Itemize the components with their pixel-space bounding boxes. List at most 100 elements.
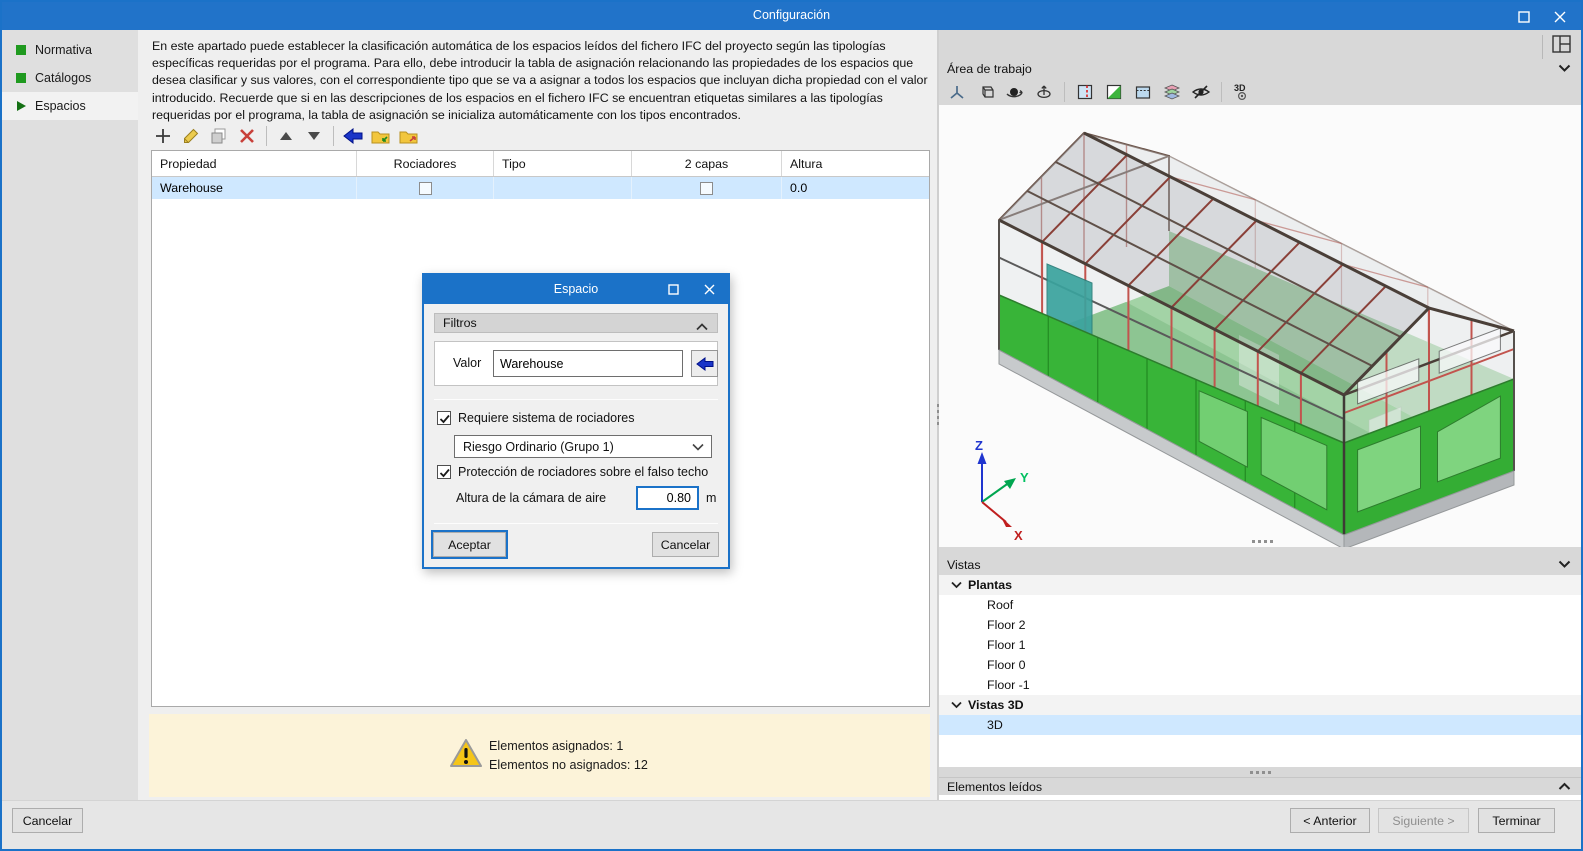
cell-propiedad: Warehouse	[152, 177, 357, 199]
3d-gear-icon: 3D	[1234, 83, 1246, 101]
assign-button[interactable]	[341, 125, 365, 147]
edit-row-button[interactable]	[179, 125, 203, 147]
maximize-button[interactable]	[1507, 6, 1541, 27]
configuration-window: Configuración Normativa Catálogos Espaci…	[0, 0, 1583, 851]
assigned-count: Elementos asignados: 1	[489, 739, 624, 753]
check-icon	[439, 468, 450, 478]
sidebar-item-label: Catálogos	[35, 71, 92, 85]
cube-view-button[interactable]	[974, 81, 998, 103]
clip-plane-button[interactable]	[1102, 81, 1126, 103]
filtros-collapsible-header[interactable]: Filtros	[434, 313, 718, 333]
sidebar-item-label: Normativa	[35, 43, 92, 57]
dialog-cancel-button[interactable]: Cancelar	[652, 532, 719, 557]
next-button[interactable]: Siguiente >	[1378, 808, 1469, 833]
column-header-rociadores[interactable]: Rociadores	[357, 151, 494, 176]
elements-header[interactable]: Elementos leídos	[939, 777, 1581, 795]
window-title: Configuración	[752, 8, 831, 22]
add-row-button[interactable]	[151, 125, 175, 147]
move-up-button[interactable]	[274, 125, 298, 147]
section-plane-button[interactable]	[1073, 81, 1097, 103]
view3d-settings-button[interactable]: 3D	[1230, 81, 1254, 103]
toolbar-separator	[1064, 82, 1065, 102]
copy-icon	[211, 128, 226, 144]
title-bar: Configuración	[2, 2, 1581, 30]
chevron-down-icon	[1558, 558, 1571, 572]
sidebar-item-espacios[interactable]: Espacios	[2, 92, 138, 120]
dialog-close-button[interactable]	[694, 279, 724, 300]
table-row[interactable]: Warehouse 0.0	[152, 177, 929, 199]
sprinklers-check-row[interactable]: Requiere sistema de rociadores	[437, 411, 634, 425]
previous-button[interactable]: < Anterior	[1290, 808, 1370, 833]
sidebar-item-catalogos[interactable]: Catálogos	[2, 64, 138, 92]
air-gap-label: Altura de la cámara de aire	[456, 491, 607, 505]
separator	[434, 399, 718, 400]
window-layout-icon	[1552, 35, 1571, 53]
tree-item-floor2[interactable]: Floor 2	[939, 615, 1581, 635]
layers-button[interactable]	[1160, 81, 1184, 103]
copy-row-button[interactable]	[207, 125, 231, 147]
tree-item-floor-1[interactable]: Floor -1	[939, 675, 1581, 695]
sidebar-item-normativa[interactable]: Normativa	[2, 36, 138, 64]
section-plane-icon	[1077, 84, 1093, 100]
axes-tool-button[interactable]	[945, 81, 969, 103]
column-header-altura[interactable]: Altura	[782, 151, 929, 176]
separator	[434, 523, 718, 524]
check-icon	[439, 414, 450, 424]
move-down-button[interactable]	[302, 125, 326, 147]
risk-dropdown[interactable]: Riesgo Ordinario (Grupo 1)	[454, 435, 712, 458]
viewport-splitter-handle[interactable]	[939, 537, 1581, 545]
sidebar: Normativa Catálogos Espacios	[2, 30, 138, 800]
valor-pick-button[interactable]	[691, 350, 718, 377]
tree-item-3d[interactable]: 3D	[939, 715, 1581, 735]
accept-button[interactable]: Aceptar	[431, 530, 508, 559]
tree-group-vistas3d[interactable]: Vistas 3D	[939, 695, 1581, 715]
column-header-tipo[interactable]: Tipo	[494, 151, 632, 176]
orbit-button[interactable]	[1003, 81, 1027, 103]
tree-item-label: Floor 0	[987, 658, 1026, 672]
section-box-button[interactable]	[1131, 81, 1155, 103]
layout-button[interactable]	[1551, 34, 1573, 59]
axis-triad: Z Y X	[954, 438, 1044, 545]
maximize-icon	[1518, 10, 1530, 23]
unassigned-count: Elementos no asignados: 12	[489, 758, 648, 772]
rociadores-checkbox[interactable]	[418, 181, 432, 195]
hide-elements-button[interactable]	[1189, 81, 1213, 103]
tree-item-label: Floor 1	[987, 638, 1026, 652]
column-header-propiedad[interactable]: Propiedad	[152, 151, 357, 176]
ceiling-checkbox[interactable]	[437, 465, 451, 479]
workspace-header[interactable]: Área de trabajo	[939, 60, 1581, 78]
cell-2capas	[632, 177, 782, 199]
export-table-button[interactable]	[397, 125, 421, 147]
turntable-button[interactable]	[1032, 81, 1056, 103]
warning-triangle-icon	[449, 738, 483, 774]
air-gap-input[interactable]	[636, 486, 699, 510]
tree-group-plantas[interactable]: Plantas	[939, 575, 1581, 595]
maximize-icon	[667, 284, 679, 295]
valor-input[interactable]	[493, 350, 683, 377]
dialog-maximize-button[interactable]	[658, 279, 688, 300]
triangle-up-icon	[280, 132, 292, 140]
ceiling-check-row[interactable]: Protección de rociadores sobre el falso …	[437, 465, 708, 479]
viewport-3d[interactable]: Z Y X	[939, 105, 1581, 547]
chevron-down-icon	[692, 443, 704, 451]
delete-x-icon	[240, 129, 254, 143]
toolbar-separator	[266, 126, 267, 146]
tree-item-floor0[interactable]: Floor 0	[939, 655, 1581, 675]
sprinklers-checkbox[interactable]	[437, 411, 451, 425]
tree-group-label: Plantas	[968, 578, 1013, 592]
views-header[interactable]: Vistas	[939, 556, 1581, 574]
tree-item-floor1[interactable]: Floor 1	[939, 635, 1581, 655]
finish-button[interactable]: Terminar	[1478, 808, 1555, 833]
tree-item-roof[interactable]: Roof	[939, 595, 1581, 615]
pencil-icon	[184, 128, 199, 143]
close-button[interactable]	[1543, 6, 1577, 27]
capas-checkbox[interactable]	[700, 181, 713, 195]
warning-box: Elementos asignados: 1 Elementos no asig…	[149, 714, 930, 797]
delete-row-button[interactable]	[235, 125, 259, 147]
cancel-button[interactable]: Cancelar	[12, 808, 83, 833]
toolbar-separator	[333, 126, 334, 146]
views-splitter-handle[interactable]	[939, 768, 1581, 776]
import-table-button[interactable]	[369, 125, 393, 147]
column-header-2capas[interactable]: 2 capas	[632, 151, 782, 176]
plus-icon	[156, 129, 170, 143]
